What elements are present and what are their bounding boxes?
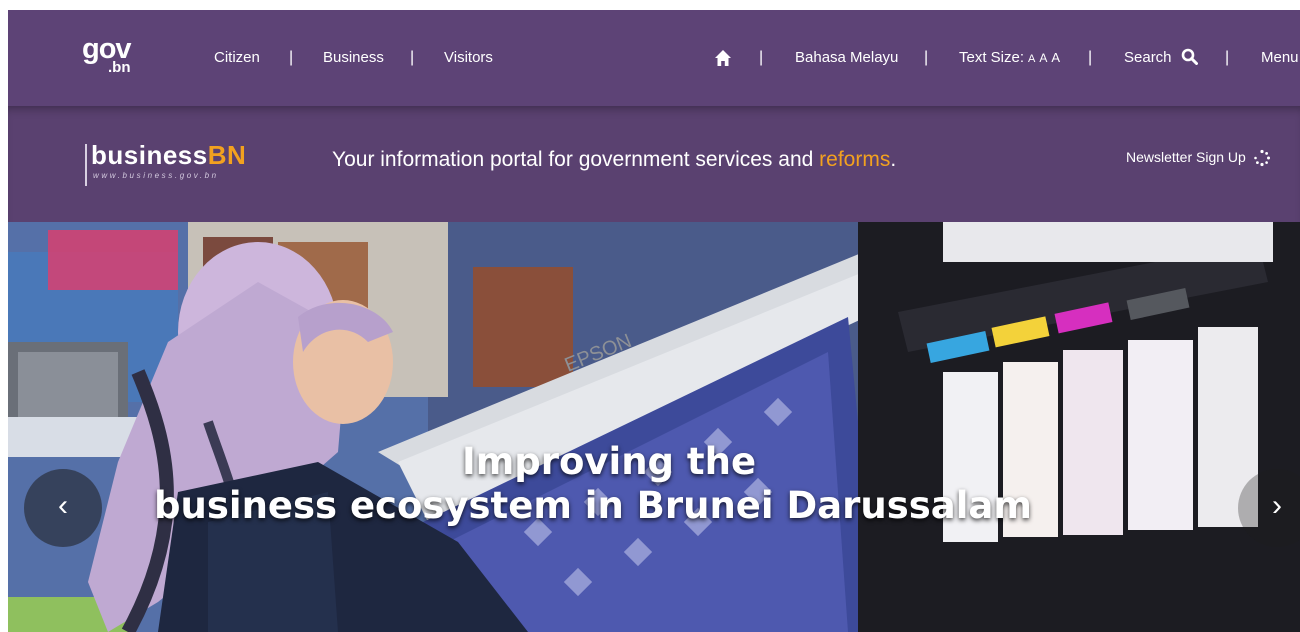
logo-bar	[85, 144, 87, 186]
text-size-large[interactable]: A	[1051, 50, 1060, 65]
hero-carousel: EPSON Improving the business ecosystem i…	[8, 222, 1300, 632]
nav-separator: |	[410, 49, 415, 66]
carousel-prev-button[interactable]: ‹	[24, 469, 102, 547]
nav-citizen[interactable]: Citizen	[214, 48, 260, 68]
newsletter-signup-button[interactable]: Newsletter Sign Up	[1126, 148, 1271, 167]
chevron-right-icon: ›	[1272, 489, 1282, 522]
nav-separator: |	[759, 49, 764, 66]
logo-url: www.business.gov.bn	[93, 171, 219, 180]
logo-bn-text: .bn	[108, 59, 131, 76]
portal-tagline: Your information portal for government s…	[332, 147, 896, 173]
nav-separator: |	[924, 49, 929, 66]
page-frame: gov .bn Citizen | Business | Visitors | …	[8, 10, 1300, 632]
text-size-control: Text Size: A A A	[959, 48, 1060, 69]
businessbn-logo[interactable]: businessBN www.business.gov.bn	[85, 140, 255, 186]
search-link[interactable]: Search	[1124, 48, 1172, 68]
language-link[interactable]: Bahasa Melayu	[795, 48, 898, 68]
hero-headline-line1: Improving the	[461, 440, 757, 483]
text-size-label: Text Size:	[959, 49, 1025, 66]
text-size-small[interactable]: A	[1028, 53, 1035, 65]
text-size-medium[interactable]: A	[1039, 51, 1047, 65]
tagline-text: Your information portal for government s…	[332, 148, 820, 171]
gov-top-bar: gov .bn Citizen | Business | Visitors | …	[8, 10, 1300, 106]
logo-word: business	[91, 140, 208, 170]
nav-business[interactable]: Business	[323, 48, 384, 68]
spinner-icon	[1253, 150, 1270, 167]
hero-headline-line2: business ecosystem in Brunei Darussalam	[154, 484, 1032, 527]
chevron-left-icon: ‹	[58, 489, 68, 522]
nav-separator: |	[289, 49, 294, 66]
hero-photo: EPSON	[8, 222, 1300, 632]
nav-visitors[interactable]: Visitors	[444, 48, 493, 68]
newsletter-label: Newsletter Sign Up	[1126, 149, 1246, 165]
nav-separator: |	[1225, 49, 1230, 66]
logo-wordmark: businessBN	[91, 140, 246, 170]
nav-separator: |	[1088, 49, 1093, 66]
gov-bn-logo[interactable]: gov .bn	[82, 34, 138, 78]
portal-header: businessBN www.business.gov.bn Your info…	[8, 106, 1300, 222]
search-icon[interactable]	[1181, 48, 1198, 65]
logo-accent: BN	[207, 140, 247, 170]
reforms-link[interactable]: reforms	[819, 148, 890, 171]
home-icon[interactable]	[714, 49, 732, 67]
menu-link[interactable]: Menu	[1261, 48, 1299, 68]
tagline-suffix: .	[890, 148, 897, 171]
